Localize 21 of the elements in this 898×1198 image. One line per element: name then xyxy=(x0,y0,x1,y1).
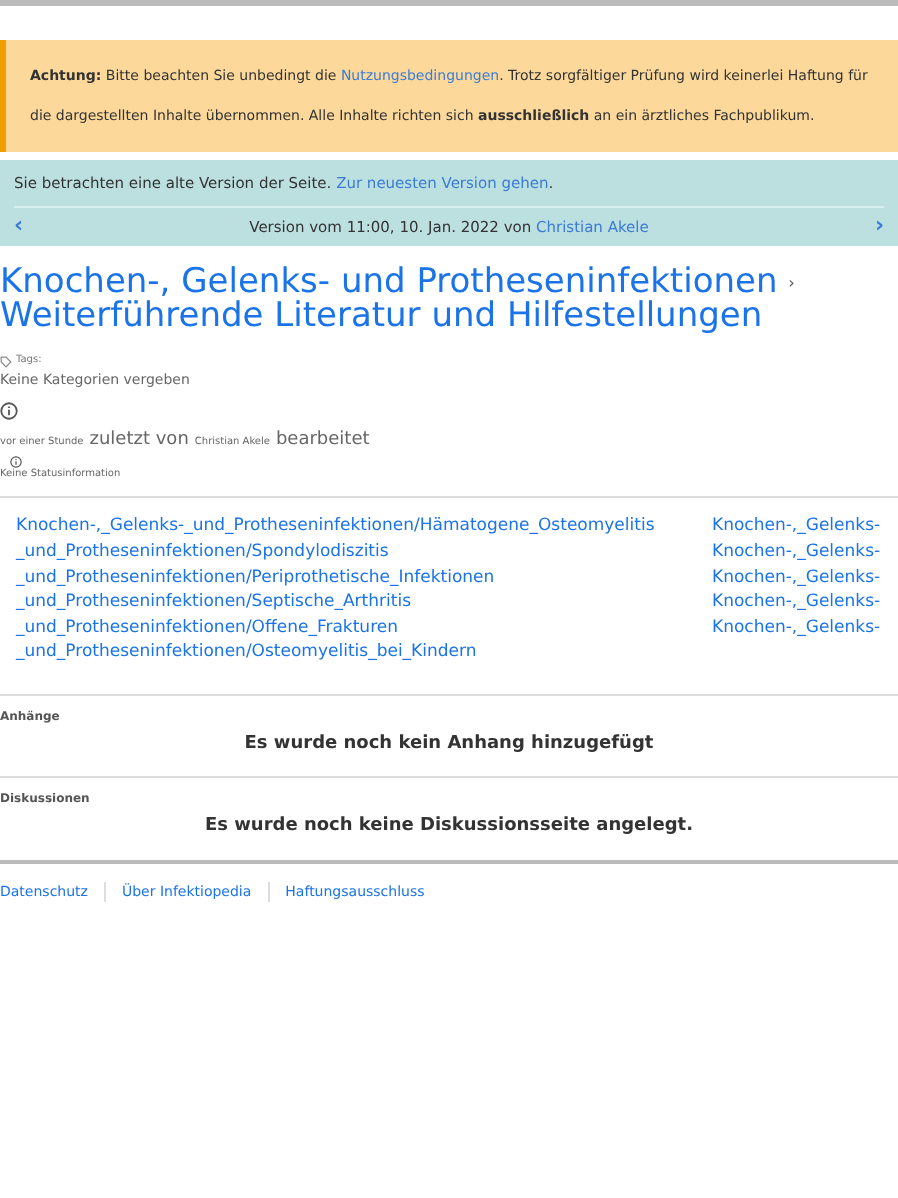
page-link[interactable]: _und_Protheseninfektionen/Periprothetische_Infektionen xyxy=(16,565,712,591)
page-link[interactable]: Knochen-,_Gelenks-_und_Protheseninfektionen/Hämatogene_Osteomyelitis xyxy=(16,514,712,540)
next-version-button[interactable]: › xyxy=(874,214,884,239)
page-link[interactable]: Knochen-,_Gelenks- xyxy=(712,615,881,641)
empty-message: Es wurde noch keine Diskussionsseite angelegt. xyxy=(202,814,696,841)
page-link[interactable]: Knochen-,_Gelenks- xyxy=(712,565,881,591)
edited-label: bearbeitet xyxy=(275,428,370,455)
page-link[interactable]: Knochen-,_Gelenks- xyxy=(712,540,881,566)
page-title: Knochen-, Gelenks- und Protheseninfektionen › Weiterführende Literatur und Hilfestellungen xyxy=(0,266,797,335)
previous-version-button[interactable]: ‹ xyxy=(14,214,24,239)
empty-message: Es wurde noch kein Anhang hinzugefügt xyxy=(242,731,656,758)
page-link[interactable]: _und_Protheseninfektionen/Osteomyelitis_bei_Kindern xyxy=(16,640,712,666)
status-icon xyxy=(10,455,22,468)
page-link[interactable]: _und_Protheseninfektionen/Spondylodiszitis xyxy=(16,540,712,566)
tag-icon xyxy=(0,356,12,369)
page-link[interactable]: Knochen-,_Gelenks- xyxy=(712,514,881,540)
edited-by-label: zuletzt von xyxy=(89,428,189,455)
page-link[interactable]: _und_Protheseninfektionen/Septische_Arthritis xyxy=(16,590,712,616)
page-link[interactable]: _und_Protheseninfektionen/Offene_Frakturen xyxy=(16,615,712,641)
info-icon xyxy=(0,402,18,421)
page-link[interactable]: Knochen-,_Gelenks- xyxy=(712,590,881,616)
